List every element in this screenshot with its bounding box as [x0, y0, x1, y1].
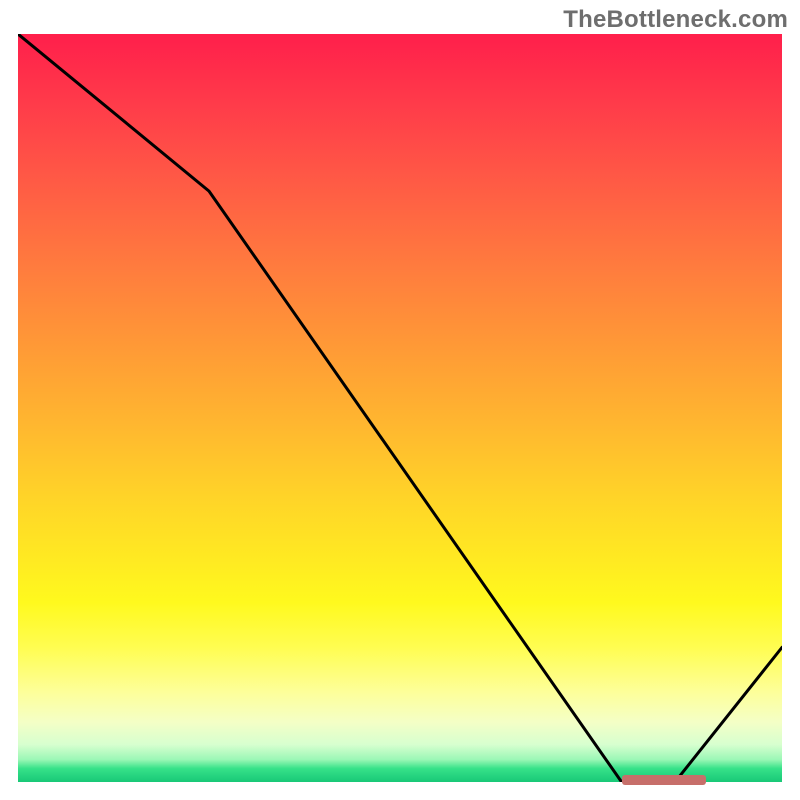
gradient-background: [18, 34, 782, 782]
watermark-text: TheBottleneck.com: [563, 6, 788, 34]
chart-container: TheBottleneck.com: [0, 0, 800, 800]
